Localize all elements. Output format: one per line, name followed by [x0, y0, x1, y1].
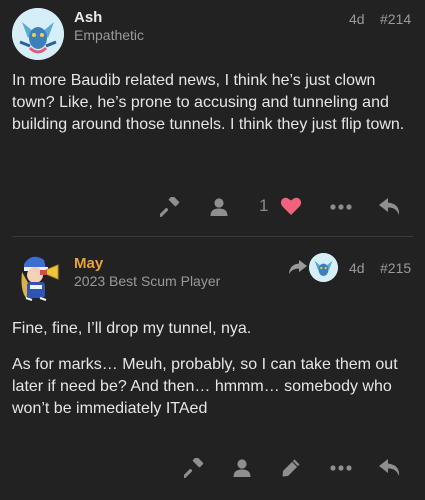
reply-icon	[379, 459, 400, 476]
avatar-image	[21, 256, 59, 301]
post-body: In more Baudib related news, I think he’…	[12, 70, 411, 150]
post-age[interactable]: 4d	[349, 260, 365, 276]
reply-button[interactable]	[376, 454, 404, 482]
username[interactable]: May	[74, 255, 103, 272]
share-arrow-icon	[289, 260, 307, 274]
post-number[interactable]: #215	[380, 260, 411, 276]
post-paragraph: As for marks… Meuh, probably, so I can t…	[12, 356, 398, 417]
post-divider	[12, 236, 413, 237]
reply-to-indicator[interactable]	[287, 256, 309, 278]
reply-to-avatar-image	[309, 253, 338, 282]
pencil-icon	[282, 459, 300, 477]
more-button[interactable]	[327, 193, 355, 221]
user-icon	[233, 459, 251, 477]
like-count[interactable]: 1	[259, 196, 268, 216]
post-214: Ash Empathetic 4d #214 In more Baudib re…	[0, 0, 425, 237]
reply-to-avatar[interactable]	[309, 253, 338, 282]
user-icon	[210, 198, 228, 216]
user-button[interactable]	[228, 454, 256, 482]
username[interactable]: Ash	[74, 9, 102, 26]
user-title: Empathetic	[74, 27, 145, 43]
like-button[interactable]	[277, 192, 305, 220]
heart-icon	[280, 197, 302, 215]
hammer-icon	[184, 458, 204, 478]
post-paragraph: In more Baudib related news, I think he’…	[12, 72, 405, 133]
edit-button[interactable]	[277, 454, 305, 482]
avatar[interactable]	[12, 8, 64, 60]
post-body: Fine, fine, I’ll drop my tunnel, nya. As…	[12, 318, 411, 434]
post-215: May 2023 Best Scum Player 4d #215 Fine, …	[0, 238, 425, 500]
user-title: 2023 Best Scum Player	[74, 273, 221, 289]
post-number[interactable]: #214	[380, 11, 411, 27]
reply-button[interactable]	[376, 193, 404, 221]
more-icon	[330, 204, 352, 210]
avatar[interactable]	[12, 250, 64, 302]
more-icon	[330, 465, 352, 471]
admin-button[interactable]	[180, 454, 208, 482]
hammer-icon	[160, 197, 180, 217]
avatar-image	[12, 8, 64, 60]
post-paragraph: Fine, fine, I’ll drop my tunnel, nya.	[12, 320, 252, 337]
reply-icon	[379, 198, 400, 215]
user-button[interactable]	[205, 193, 233, 221]
admin-button[interactable]	[156, 193, 184, 221]
post-age[interactable]: 4d	[349, 11, 365, 27]
more-button[interactable]	[327, 454, 355, 482]
